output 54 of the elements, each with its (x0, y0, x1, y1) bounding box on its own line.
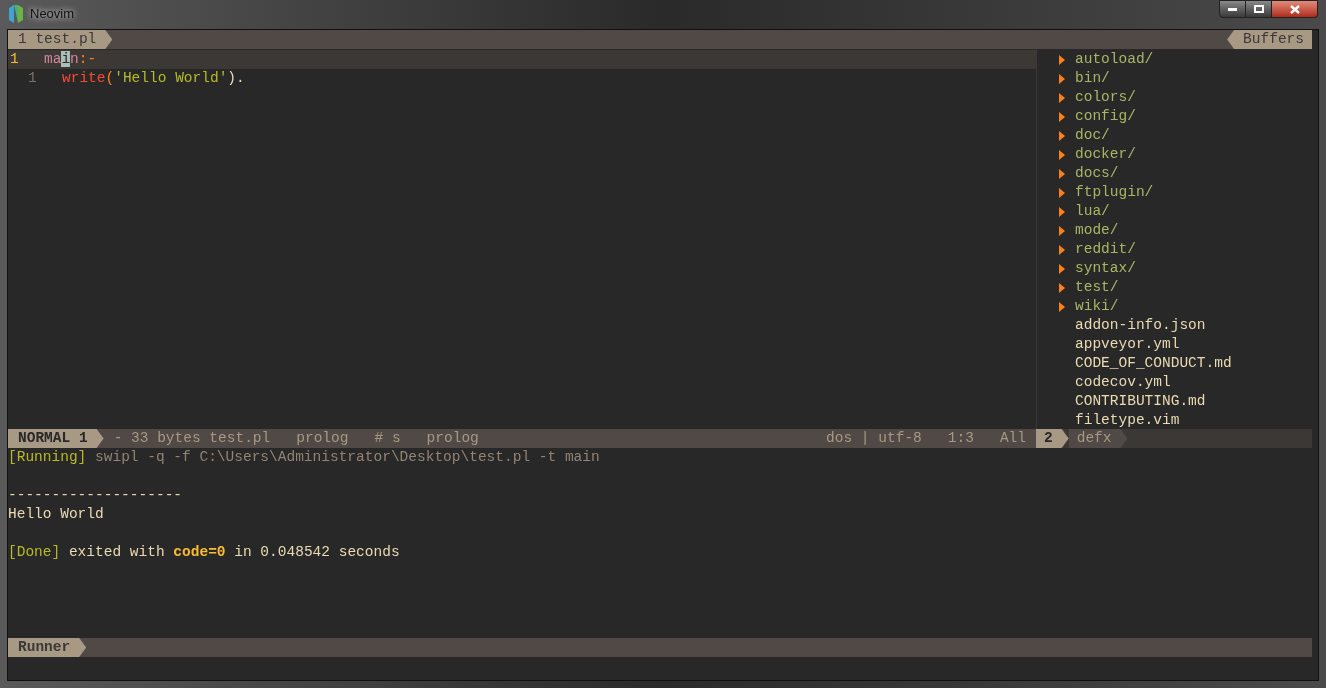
file-name[interactable]: addon-info.json (1075, 316, 1206, 335)
maximize-button[interactable] (1246, 0, 1272, 18)
close-button[interactable] (1272, 0, 1318, 18)
buffers-label: Buffers (1227, 30, 1312, 49)
window-number: 2 (1036, 429, 1069, 448)
caret-icon (1059, 301, 1065, 312)
folder-name[interactable]: syntax/ (1075, 259, 1136, 278)
status-segment: defx (1068, 429, 1128, 448)
caret-icon (1059, 111, 1065, 122)
caret-icon (1059, 168, 1065, 179)
code-line: main:- (44, 50, 97, 69)
caret-icon (1059, 263, 1065, 274)
caret-icon (1059, 206, 1065, 217)
runner-label: Runner (8, 638, 87, 657)
terminal-line: [Done] exited with code=0 in 0.048542 seconds (8, 543, 400, 562)
terminal-line: -------------------- (8, 486, 183, 505)
code-line: write('Hello World'). (62, 69, 245, 88)
file-name[interactable]: codecov.yml (1075, 373, 1171, 392)
caret-icon (1059, 187, 1065, 198)
buffer-tab[interactable]: 1 test.pl (8, 30, 113, 49)
file-name[interactable]: filetype.vim (1075, 411, 1180, 430)
line-number: 1 (27, 69, 38, 88)
file-name[interactable]: CONTRIBUTING.md (1075, 392, 1206, 411)
folder-name[interactable]: test/ (1075, 278, 1119, 297)
caret-icon (1059, 130, 1065, 141)
app-logo-icon (8, 5, 24, 23)
folder-name[interactable]: mode/ (1075, 221, 1119, 240)
folder-name[interactable]: bin/ (1075, 69, 1110, 88)
folder-name[interactable]: config/ (1075, 107, 1136, 126)
close-icon (1289, 4, 1300, 14)
terminal-line: [Running] swipl -q -f C:\Users\Administrator\Desktop\test.pl -t main (8, 448, 600, 467)
terminal-line: Hello World (8, 505, 104, 524)
caret-icon (1059, 73, 1065, 84)
window-title: Neovim (30, 5, 75, 24)
line-number: 1 (9, 50, 20, 69)
caret-icon (1059, 92, 1065, 103)
folder-name[interactable]: autoload/ (1075, 50, 1154, 69)
folder-name[interactable]: ftplugin/ (1075, 183, 1154, 202)
folder-name[interactable]: docker/ (1075, 145, 1136, 164)
file-name[interactable]: appveyor.yml (1075, 335, 1180, 354)
caret-icon (1059, 244, 1065, 255)
folder-name[interactable]: docs/ (1075, 164, 1119, 183)
file-name[interactable]: CODE_OF_CONDUCT.md (1075, 354, 1232, 373)
caret-icon (1059, 149, 1065, 160)
caret-icon (1059, 282, 1065, 293)
mode-indicator: NORMAL 1 (8, 429, 104, 448)
caret-icon (1059, 225, 1065, 236)
caret-icon (1059, 54, 1065, 65)
folder-name[interactable]: colors/ (1075, 88, 1136, 107)
folder-name[interactable]: doc/ (1075, 126, 1110, 145)
folder-name[interactable]: reddit/ (1075, 240, 1136, 259)
minimize-button[interactable] (1219, 0, 1246, 18)
folder-name[interactable]: lua/ (1075, 202, 1110, 221)
folder-name[interactable]: wiki/ (1075, 297, 1119, 316)
